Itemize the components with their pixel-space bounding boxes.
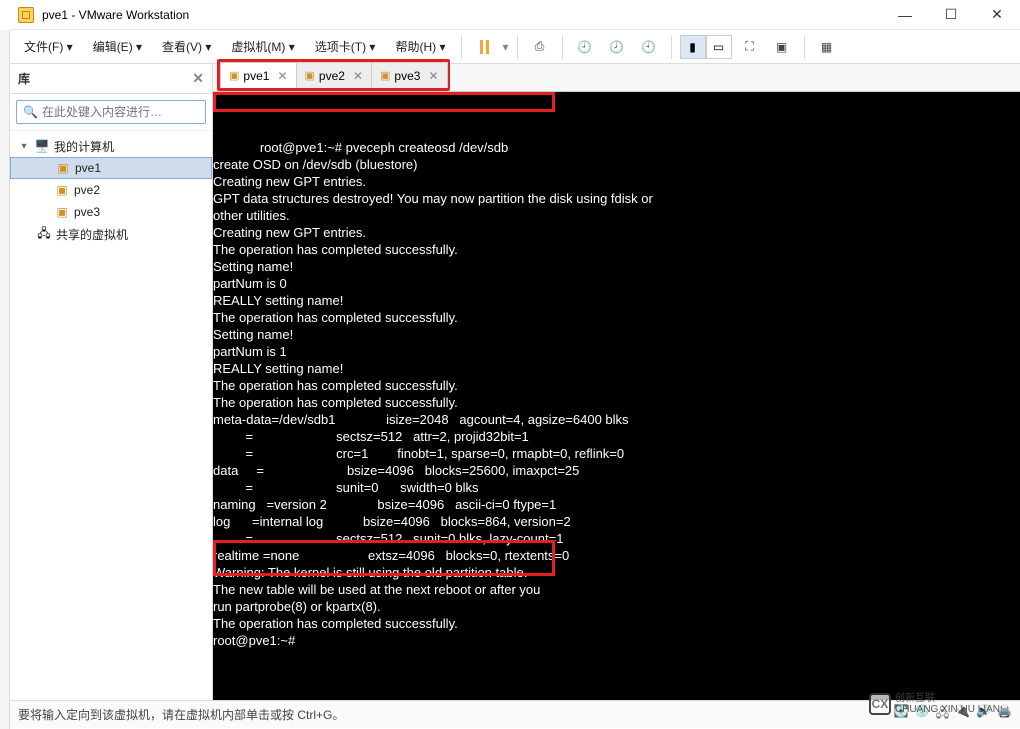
statusbar: 要将输入定向到该虚拟机，请在虚拟机内部单击或按 Ctrl+G。 💽 💿 🖧 🔌 …: [10, 700, 1020, 728]
tree-shared-vms[interactable]: 🖧 共享的虚拟机: [10, 223, 212, 245]
menubar: 文件(F) ▾ 编辑(E) ▾ 查看(V) ▾ 虚拟机(M) ▾ 选项卡(T) …: [10, 30, 1020, 64]
menu-vm[interactable]: 虚拟机(M) ▾: [223, 34, 302, 59]
view-multi-icon[interactable]: ▭: [706, 35, 732, 59]
tab-pve3[interactable]: ▣ pve3 ✕: [371, 62, 448, 88]
vm-icon: ▣: [305, 69, 315, 82]
highlight-box: [213, 540, 555, 576]
sidebar-header: 库 ✕: [10, 64, 212, 94]
snapshot-manager-button[interactable]: 🕙: [635, 33, 663, 61]
maximize-button[interactable]: ☐: [928, 0, 974, 30]
shared-icon: 🖧: [36, 226, 52, 242]
menu-tabs[interactable]: 选项卡(T) ▾: [307, 34, 384, 59]
device-sound-icon[interactable]: 🔊: [976, 704, 991, 725]
tree-item-pve1[interactable]: ▣ pve1: [10, 157, 212, 179]
highlight-box: [213, 92, 555, 112]
tree-item-pve3[interactable]: ▣ pve3: [10, 201, 212, 223]
content-area: ▣ pve1 ✕ ▣ pve2 ✕ ▣ pve3 ✕ root@pve1:~: [213, 64, 1020, 700]
separator: [517, 35, 518, 59]
minimize-button[interactable]: —: [882, 0, 928, 30]
window-title: pve1 - VMware Workstation: [42, 8, 882, 22]
library-tree: ▾ 🖥️ 我的计算机 ▣ pve1 ▣ pve2 ▣ pve3 🖧 共享的虚拟机: [10, 131, 212, 700]
tree-root-my-computer[interactable]: ▾ 🖥️ 我的计算机: [10, 135, 212, 157]
search-box[interactable]: 🔍: [16, 100, 206, 124]
menu-edit[interactable]: 编辑(E) ▾: [85, 34, 150, 59]
vm-icon: ▣: [54, 204, 70, 220]
send-ctrl-alt-del-button[interactable]: ⎙: [526, 33, 554, 61]
device-network-icon[interactable]: 🖧: [936, 704, 949, 725]
dropdown-icon[interactable]: ▾: [502, 40, 508, 54]
menu-file[interactable]: 文件(F) ▾: [16, 34, 81, 59]
terminal-prompt-line: root@pve1:~# pveceph createosd /dev/sdb: [260, 140, 508, 155]
revert-snapshot-button[interactable]: 🕗: [603, 33, 631, 61]
device-disk-icon[interactable]: 💽: [894, 704, 909, 725]
tab-label: pve3: [394, 69, 420, 83]
separator: [562, 35, 563, 59]
search-icon: 🔍: [23, 105, 38, 119]
unity-button[interactable]: ▣: [768, 33, 796, 61]
tab-pve1[interactable]: ▣ pve1 ✕: [220, 62, 297, 88]
sidebar-close-icon[interactable]: ✕: [192, 70, 204, 87]
close-button[interactable]: ✕: [974, 0, 1020, 30]
computer-icon: 🖥️: [34, 138, 50, 154]
tab-label: pve1: [243, 69, 269, 83]
tab-close-icon[interactable]: ✕: [428, 69, 438, 83]
menu-view[interactable]: 查看(V) ▾: [154, 34, 219, 59]
tree-item-pve2[interactable]: ▣ pve2: [10, 179, 212, 201]
library-button[interactable]: ▦: [813, 33, 841, 61]
device-printer-icon[interactable]: 🖨️: [997, 704, 1012, 725]
status-text: 要将输入定向到该虚拟机，请在虚拟机内部单击或按 Ctrl+G。: [18, 706, 344, 723]
menu-help[interactable]: 帮助(H) ▾: [387, 34, 453, 59]
view-mode-toggle[interactable]: ▮ ▭: [680, 35, 732, 59]
device-cdrom-icon[interactable]: 💿: [915, 704, 930, 725]
tab-pve2[interactable]: ▣ pve2 ✕: [296, 62, 373, 88]
app-icon: [18, 7, 34, 23]
vm-icon: ▣: [54, 182, 70, 198]
view-single-icon[interactable]: ▮: [680, 35, 706, 59]
tab-close-icon[interactable]: ✕: [277, 69, 287, 83]
separator: [461, 35, 462, 59]
vm-icon: ▣: [380, 69, 390, 82]
window-titlebar: pve1 - VMware Workstation — ☐ ✕: [10, 0, 1020, 30]
separator: [671, 35, 672, 59]
pause-button[interactable]: [470, 33, 498, 61]
sidebar: 库 ✕ 🔍 ▾ 🖥️ 我的计算机 ▣ pve1 ▣ pve2: [10, 64, 213, 700]
vm-icon: ▣: [229, 69, 239, 82]
vm-icon: ▣: [55, 160, 71, 176]
tab-close-icon[interactable]: ✕: [353, 69, 363, 83]
separator: [804, 35, 805, 59]
search-input[interactable]: [42, 105, 199, 119]
tabbar: ▣ pve1 ✕ ▣ pve2 ✕ ▣ pve3 ✕: [213, 64, 1020, 92]
vm-console[interactable]: root@pve1:~# pveceph createosd /dev/sdb …: [213, 92, 1020, 700]
device-usb-icon[interactable]: 🔌: [955, 704, 970, 725]
tab-label: pve2: [319, 69, 345, 83]
snapshot-button[interactable]: 🕘: [571, 33, 599, 61]
external-page-slice: [0, 30, 10, 729]
sidebar-title: 库: [18, 70, 30, 87]
fullscreen-button[interactable]: ⛶: [736, 33, 764, 61]
